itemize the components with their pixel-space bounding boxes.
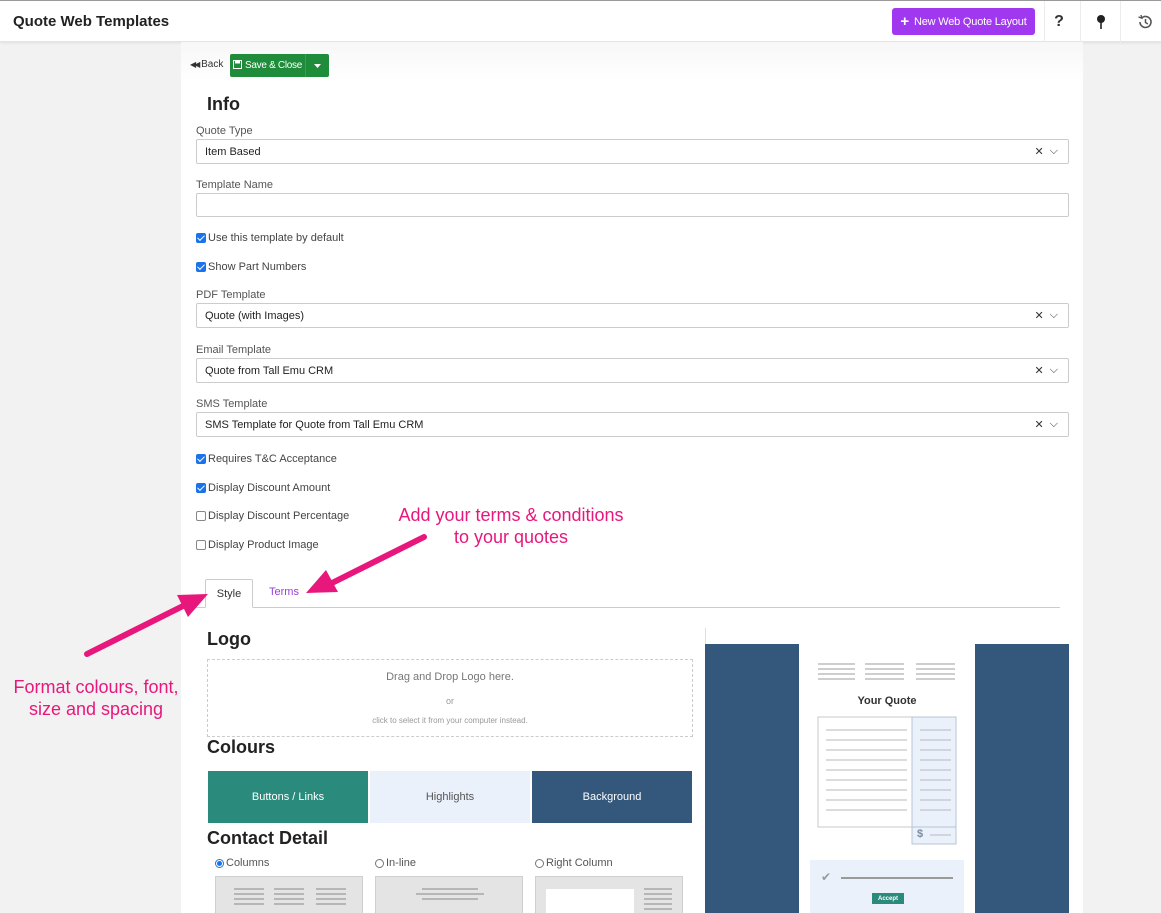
arrow-to-style-icon [84,594,208,657]
annotation-arrows [84,534,427,657]
arrow-to-terms-icon [306,534,427,593]
